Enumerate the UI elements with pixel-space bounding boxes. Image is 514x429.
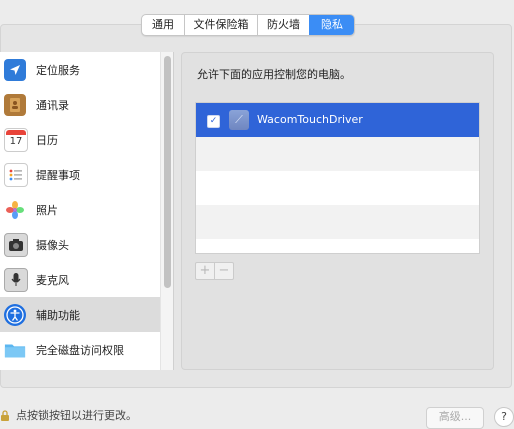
sidebar-item-label: 提醒事项 [36, 168, 80, 182]
location-arrow-icon [4, 58, 26, 81]
sidebar-item-label: 辅助功能 [36, 308, 80, 322]
tab-filevault[interactable]: 文件保险箱 [184, 15, 257, 35]
sidebar-item-calendar[interactable]: 17 日历 [0, 122, 160, 157]
tab-general[interactable]: 通用 [142, 15, 184, 35]
sidebar-item-microphone[interactable]: 麦克风 [0, 262, 160, 297]
sidebar-item-label: 摄像头 [36, 238, 69, 252]
sidebar-item-full-disk-access[interactable]: 完全磁盘访问权限 [0, 332, 160, 367]
tab-privacy[interactable]: 隐私 [309, 15, 354, 35]
privacy-category-list[interactable]: 定位服务 通讯录 17 日历 提醒事项 照片 摄像头 麦克风 辅助功能 完全磁盘… [0, 52, 174, 370]
add-app-button[interactable]: + [196, 263, 214, 279]
sidebar-item-label: 麦克风 [36, 273, 69, 287]
tab-firewall[interactable]: 防火墙 [257, 15, 309, 35]
sidebar-item-label: 完全磁盘访问权限 [36, 343, 124, 357]
app-enable-checkbox[interactable]: ✓ [207, 115, 220, 128]
lock-icon[interactable] [0, 410, 10, 421]
sidebar-item-label: 通讯录 [36, 98, 69, 112]
app-icon: ⟋ [229, 110, 249, 130]
sidebar-item-location[interactable]: 定位服务 [0, 52, 160, 87]
sidebar-item-reminders[interactable]: 提醒事项 [0, 157, 160, 192]
accessibility-icon [4, 303, 26, 326]
app-name: WacomTouchDriver [257, 113, 363, 126]
accessibility-pane: 允许下面的应用控制您的电脑。 ✓ ⟋ WacomTouchDriver + − [181, 52, 494, 370]
folder-icon [4, 339, 26, 361]
app-row-wacom[interactable]: ✓ ⟋ WacomTouchDriver [196, 103, 479, 137]
photos-flower-icon [4, 198, 26, 221]
table-row [196, 137, 479, 171]
sidebar-item-accessibility[interactable]: 辅助功能 [0, 297, 160, 332]
table-row [196, 171, 479, 205]
sidebar-scrollbar[interactable] [160, 52, 173, 370]
sidebar-item-label: 日历 [36, 133, 58, 147]
add-remove-control: + − [195, 262, 234, 280]
sidebar-item-label: 定位服务 [36, 63, 80, 77]
reminders-list-icon [4, 162, 28, 187]
sidebar-item-photos[interactable]: 照片 [0, 192, 160, 227]
table-row [196, 205, 479, 239]
help-button[interactable]: ? [494, 407, 514, 427]
contacts-book-icon [4, 93, 26, 116]
tab-bar: 通用 文件保险箱 防火墙 隐私 [141, 14, 355, 36]
app-list[interactable]: ✓ ⟋ WacomTouchDriver [195, 102, 480, 254]
sidebar-scroll-thumb[interactable] [164, 56, 171, 288]
camera-icon [4, 232, 28, 257]
calendar-icon: 17 [4, 127, 28, 152]
sidebar-item-contacts[interactable]: 通讯录 [0, 87, 160, 122]
sidebar-item-camera[interactable]: 摄像头 [0, 227, 160, 262]
microphone-icon [4, 267, 28, 292]
advanced-button[interactable]: 高级... [426, 407, 484, 429]
pane-description: 允许下面的应用控制您的电脑。 [197, 68, 351, 81]
remove-app-button[interactable]: − [214, 263, 233, 279]
sidebar-item-label: 照片 [36, 203, 58, 217]
